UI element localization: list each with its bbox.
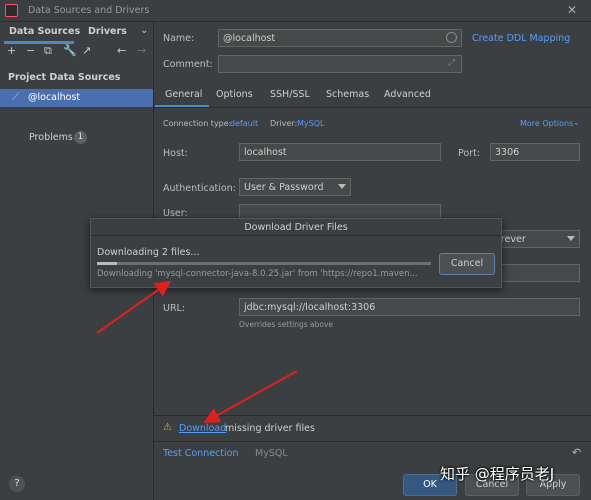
arrow-to-download	[203, 370, 298, 423]
arrow-to-dialog	[96, 280, 172, 334]
annotation-arrows	[96, 280, 298, 423]
